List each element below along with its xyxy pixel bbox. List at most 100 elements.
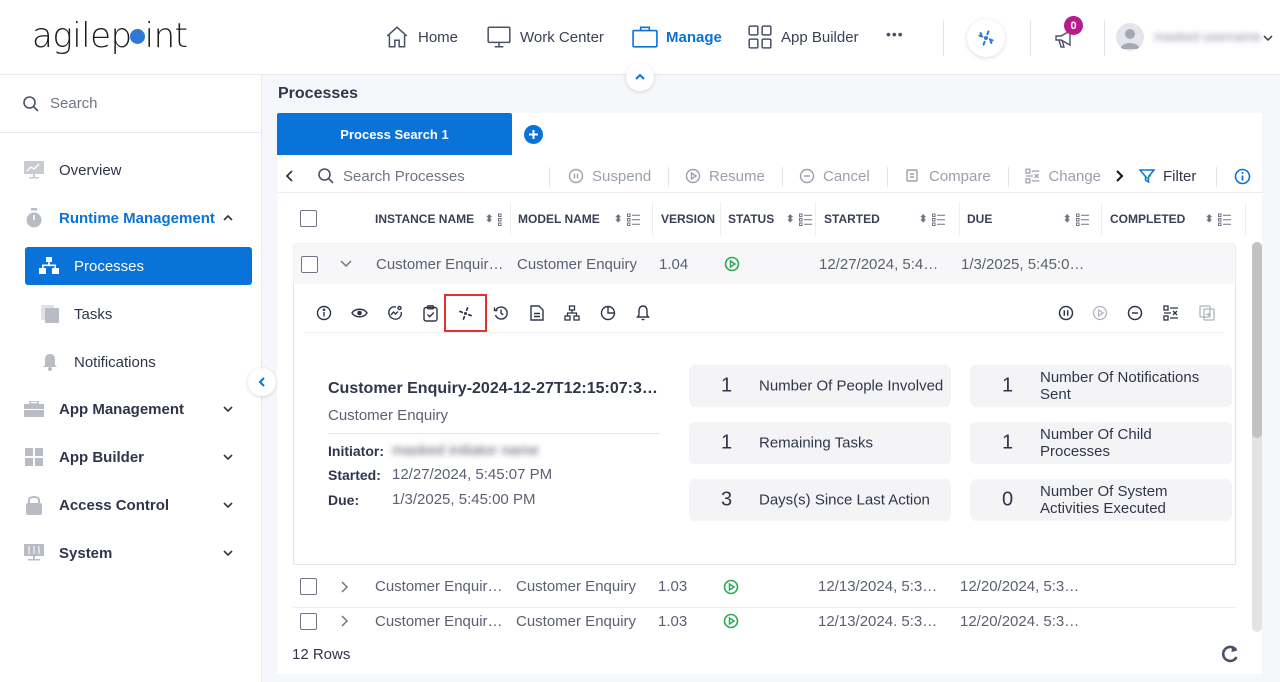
refresh-icon[interactable] [1220,644,1240,664]
column-menu-icon[interactable] [799,213,812,226]
column-divider[interactable] [959,202,960,236]
compare-button[interactable]: Compare [905,159,991,193]
more-menu-button[interactable]: ••• [886,26,904,42]
nav-app-builder[interactable]: App Builder [747,24,859,50]
chevron-down-icon [223,550,233,557]
scrollbar-thumb[interactable] [1252,242,1262,438]
sidebar-item-access-control[interactable]: Access Control [0,485,262,525]
nav-manage[interactable]: Manage [632,24,722,50]
column-header-version[interactable]: VERSION [661,200,721,238]
bell-icon[interactable] [634,304,652,322]
column-menu-icon[interactable] [1076,213,1089,226]
user-name[interactable]: masked username [1154,29,1261,44]
sidebar-item-app-management[interactable]: App Management [0,389,262,429]
change-icon[interactable] [1162,304,1180,322]
nav-home[interactable]: Home [384,24,458,50]
user-menu-chevron-down-icon[interactable] [1261,31,1275,45]
column-divider[interactable] [815,202,816,236]
resume-icon[interactable] [1091,304,1109,322]
search-processes-input[interactable]: Search Processes [317,159,465,193]
sidebar-item-runtime-management[interactable]: Runtime Management [0,198,262,238]
view-icon[interactable] [350,304,368,322]
collapse-header-button[interactable] [626,63,654,91]
sidebar-item-app-builder[interactable]: App Builder [0,437,262,477]
column-menu-icon[interactable] [627,213,640,226]
search-icon [318,168,334,184]
divider [1030,20,1031,56]
sort-icon[interactable]: ⬍ [1063,214,1071,225]
table-row[interactable]: Customer Enquir… Customer Enquiry 1.03 1… [293,608,1236,638]
tab-process-search-1[interactable]: Process Search 1 [277,113,512,155]
filter-button[interactable]: Filter [1139,159,1196,193]
sort-icon[interactable]: ⬍ [485,214,493,225]
column-divider[interactable] [720,202,721,236]
row-checkbox[interactable] [300,578,317,595]
chevron-right-icon[interactable] [1112,169,1126,183]
collapse-sidebar-button[interactable] [248,368,276,396]
column-divider[interactable] [652,202,653,236]
chevron-right-icon[interactable] [337,613,353,629]
task-check-icon[interactable] [421,304,439,322]
column-divider[interactable] [1101,202,1102,236]
column-header-started[interactable]: STARTED ⬍ [824,200,959,238]
info-icon[interactable] [315,304,333,322]
info-icon[interactable] [1234,168,1251,185]
tasks-icon [40,304,60,324]
sort-icon[interactable]: ⬍ [614,214,622,225]
table-row[interactable]: Customer Enquir… Customer Enquiry 1.04 1… [293,243,1236,285]
chevron-up-icon [635,73,645,80]
sidebar-search[interactable]: Search [0,75,261,133]
sort-icon[interactable]: ⬍ [1205,214,1213,225]
process-detail-panel: Customer Enquiry-2024-12-27T12:15:07:3… … [293,284,1236,565]
system-icon [24,543,44,563]
agilepoint-logo[interactable]: agilep int [32,16,188,56]
add-tab-button[interactable] [524,125,543,144]
column-header-completed[interactable]: COMPLETED ⬍ [1110,200,1250,238]
column-header-status[interactable]: STATUS ⬍ [728,200,816,238]
select-all-checkbox[interactable] [300,210,317,227]
nav-work-center[interactable]: Work Center [486,24,604,50]
column-divider[interactable] [1245,202,1246,236]
column-divider[interactable] [510,202,511,236]
cancel-button[interactable]: Cancel [799,159,870,193]
document-icon[interactable] [528,304,546,322]
column-menu-icon[interactable] [932,213,945,226]
table-row[interactable]: Customer Enquir… Customer Enquiry 1.03 1… [293,566,1236,608]
history-icon[interactable] [492,304,510,322]
chevron-right-icon[interactable] [337,579,353,595]
resume-button[interactable]: Resume [685,159,765,193]
change-button[interactable]: Change [1025,159,1101,193]
chevron-left-icon[interactable] [283,169,297,183]
notification-count-badge: 0 [1064,16,1083,35]
column-menu-icon[interactable] [1218,213,1231,226]
cancel-icon[interactable] [1126,304,1144,322]
column-header-due[interactable]: DUE ⬍ [967,200,1097,238]
spinner-logo-icon [978,30,994,46]
sidebar-item-overview[interactable]: Overview [0,150,262,190]
column-header-model-name[interactable]: MODEL NAME ⬍ [518,200,652,238]
sidebar-item-processes[interactable]: Processes [25,247,252,285]
page-title: Processes [278,85,359,102]
sidebar-item-notifications[interactable]: Notifications [0,342,262,382]
row-checkbox[interactable] [301,255,318,273]
chevron-down-icon[interactable] [338,256,354,272]
user-avatar[interactable] [1116,23,1144,51]
suspend-icon[interactable] [1057,304,1075,322]
pie-chart-icon[interactable] [599,304,617,322]
sidebar-item-system[interactable]: System [0,533,262,573]
hierarchy-icon[interactable] [563,304,581,322]
sort-icon[interactable]: ⬍ [919,214,927,225]
compare-icon[interactable] [1198,304,1216,322]
divider [887,167,888,187]
row-checkbox[interactable] [300,612,317,630]
column-header-instance-name[interactable]: INSTANCE NAME ⬍ [375,200,511,238]
monitor-icon [487,26,511,48]
sort-icon[interactable]: ⬍ [786,214,794,225]
suspend-button[interactable]: Suspend [568,159,651,193]
progress-icon[interactable] [386,304,404,322]
divider [668,167,669,187]
sidebar-item-tasks[interactable]: Tasks [0,294,262,334]
chevron-down-icon [223,454,233,461]
overview-icon [24,160,44,180]
process-activity-button[interactable] [967,19,1005,57]
